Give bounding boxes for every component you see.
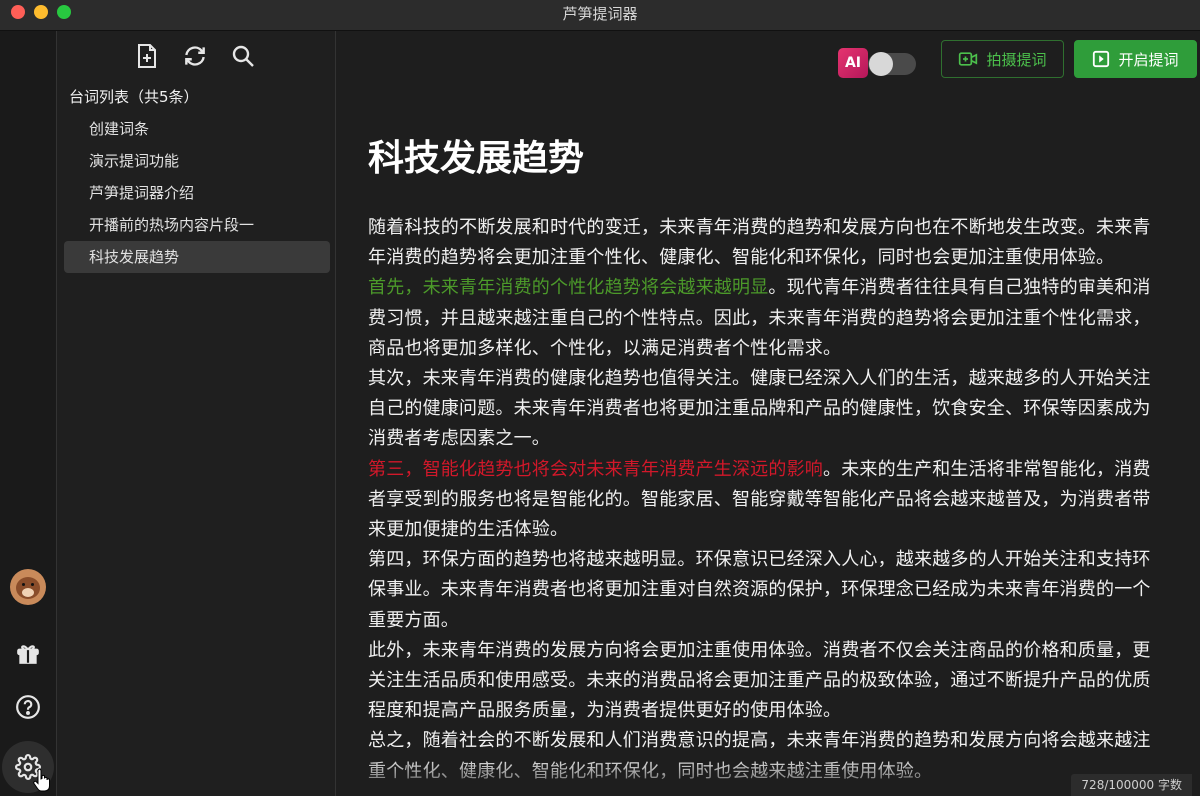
play-square-icon	[1093, 50, 1110, 68]
paragraph: 此外，未来青年消费的发展方向将会更加注重使用体验。消费者不仅会关注商品的价格和质…	[368, 639, 1151, 722]
word-counter: 728/100000 字数	[1071, 774, 1192, 796]
paragraph: 随着科技的不断发展和时代的变迁，未来青年消费的趋势和发展方向也在不断地发生改变。…	[368, 217, 1151, 269]
sync-button[interactable]	[180, 41, 210, 71]
help-button[interactable]	[0, 685, 56, 729]
pointer-hand-icon	[33, 768, 50, 792]
avatar	[10, 569, 46, 605]
editor-area: AI 拍摄提词 开启提词 科技发展趋势 随着科技的不断发展和时代的变迁，未来青年…	[336, 31, 1200, 796]
ai-badge[interactable]: AI	[838, 48, 868, 78]
new-file-icon	[138, 44, 156, 68]
new-script-button[interactable]	[132, 41, 162, 71]
paragraph: 第四，环保方面的趋势也将越来越明显。环保意识已经深入人心，越来越多的人开始关注和…	[368, 549, 1151, 631]
script-list-panel: 台词列表（共5条） 创建词条 演示提词功能 芦笋提词器介绍 开播前的热场内容片段…	[57, 31, 336, 796]
avatar-button[interactable]	[0, 565, 56, 609]
sync-icon	[185, 46, 205, 66]
help-icon	[16, 695, 40, 719]
highlight-green: 首先，未来青年消费的个性化趋势将会越来越明显	[368, 277, 769, 299]
script-list: 创建词条 演示提词功能 芦笋提词器介绍 开播前的热场内容片段一 科技发展趋势	[64, 113, 330, 273]
title-bar: 芦笋提词器	[0, 0, 1200, 31]
document-title: 科技发展趋势	[368, 138, 585, 179]
list-toolbar	[132, 41, 258, 71]
list-title: 台词列表（共5条）	[69, 88, 199, 106]
document-body[interactable]: 随着科技的不断发展和时代的变迁，未来青年消费的趋势和发展方向也在不断地发生改变。…	[368, 213, 1168, 787]
gift-button[interactable]	[0, 631, 56, 675]
highlight-red: 第三，智能化趋势也将会对未来青年消费产生深远的影响	[368, 458, 823, 480]
left-rail	[0, 31, 57, 796]
list-item[interactable]: 创建词条	[64, 113, 330, 145]
paragraph: 第三，智能化趋势也将会对未来青年消费产生深远的影响。未来的生产和生活将非常智能化…	[368, 455, 1168, 546]
start-prompter-button[interactable]: 开启提词	[1074, 40, 1197, 78]
bottom-fade	[336, 756, 1200, 796]
search-button[interactable]	[228, 41, 258, 71]
gift-icon	[17, 645, 39, 664]
shoot-prompter-button[interactable]: 拍摄提词	[941, 40, 1064, 78]
start-button-label: 开启提词	[1118, 50, 1179, 69]
list-item[interactable]: 芦笋提词器介绍	[64, 177, 330, 209]
list-item-active[interactable]: 科技发展趋势	[64, 241, 330, 273]
window-title: 芦笋提词器	[562, 5, 638, 23]
paragraph: 其次，未来青年消费的健康化趋势也值得关注。健康已经深入人们的生活，越来越多的人开…	[368, 368, 1151, 450]
list-item[interactable]: 演示提词功能	[64, 145, 330, 177]
camera-icon	[959, 52, 978, 66]
list-item[interactable]: 开播前的热场内容片段一	[64, 209, 330, 241]
paragraph: 首先，未来青年消费的个性化趋势将会越来越明显。现代青年消费者往往具有自己独特的审…	[368, 273, 1168, 364]
toggle-knob	[869, 52, 893, 76]
ai-toggle[interactable]	[868, 52, 916, 76]
search-icon	[232, 45, 254, 67]
shoot-button-label: 拍摄提词	[986, 50, 1047, 69]
